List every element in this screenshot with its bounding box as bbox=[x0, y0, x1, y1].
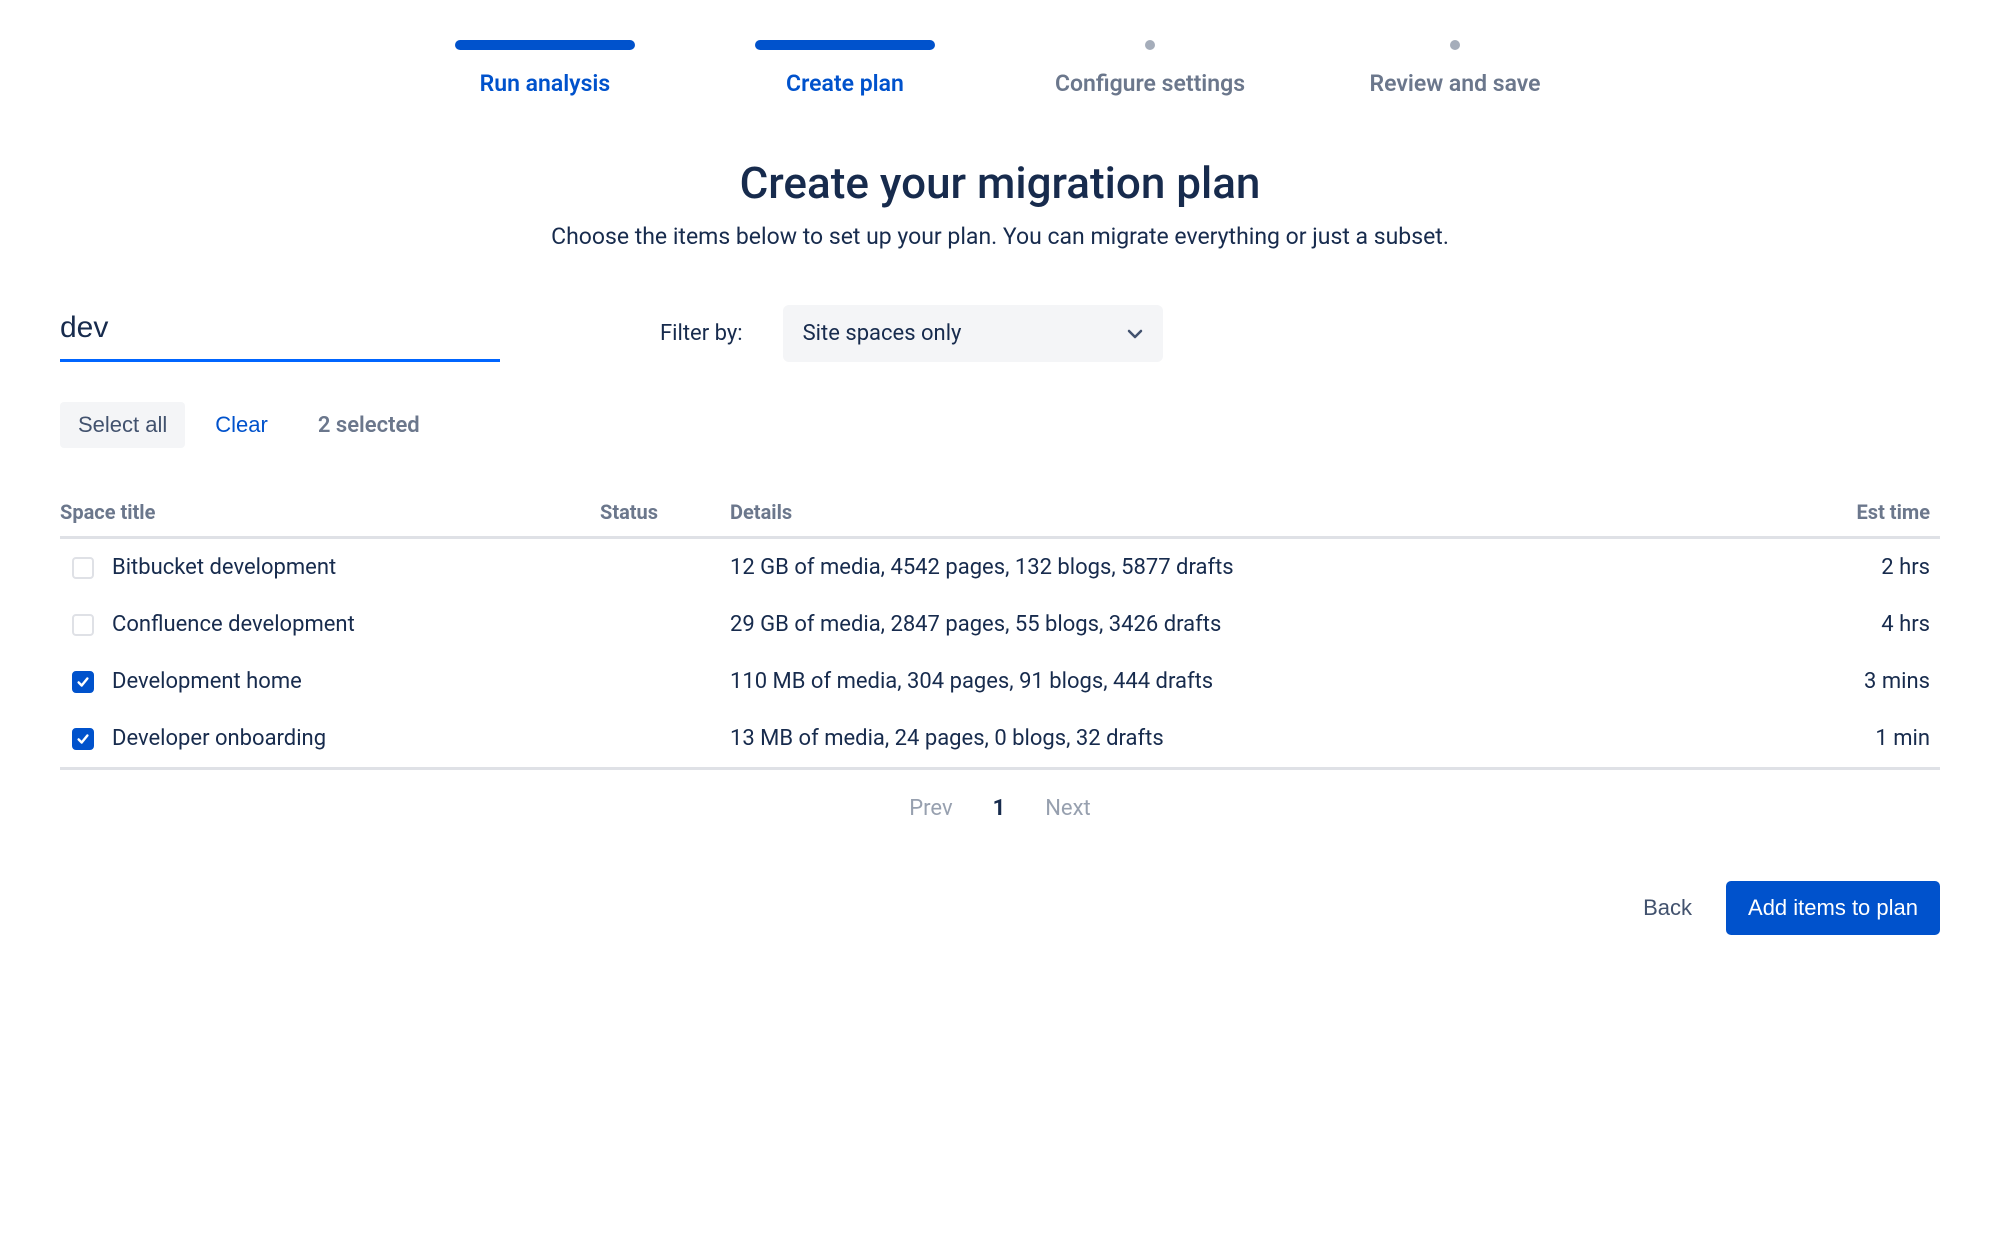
step-label: Review and save bbox=[1370, 70, 1541, 97]
col-details[interactable]: Details bbox=[730, 488, 1800, 538]
search-input[interactable] bbox=[60, 305, 500, 362]
step-bar-icon bbox=[755, 40, 935, 50]
space-est: 1 min bbox=[1800, 710, 1940, 769]
step-run-analysis[interactable]: Run analysis bbox=[455, 40, 635, 97]
page-subtitle: Choose the items below to set up your pl… bbox=[60, 223, 1940, 250]
step-label: Create plan bbox=[786, 70, 904, 97]
table-row: Developer onboarding 13 MB of media, 24 p… bbox=[60, 710, 1940, 769]
space-details: 110 MB of media, 304 pages, 91 blogs, 44… bbox=[730, 653, 1800, 710]
space-title: Confluence development bbox=[112, 612, 355, 637]
dropdown-value: Site spaces only bbox=[803, 321, 962, 346]
step-dot-icon bbox=[1450, 40, 1460, 50]
footer-actions: Back Add items to plan bbox=[60, 881, 1940, 935]
space-details: 29 GB of media, 2847 pages, 55 blogs, 34… bbox=[730, 596, 1800, 653]
filter-by-label: Filter by: bbox=[660, 321, 743, 346]
page-title: Create your migration plan bbox=[60, 157, 1940, 209]
space-est: 3 mins bbox=[1800, 653, 1940, 710]
space-status bbox=[600, 710, 730, 769]
clear-button[interactable]: Clear bbox=[215, 412, 268, 438]
table-row: Confluence development 29 GB of media, 28… bbox=[60, 596, 1940, 653]
space-est: 2 hrs bbox=[1800, 538, 1940, 597]
step-label: Run analysis bbox=[480, 70, 611, 97]
space-title: Development home bbox=[112, 669, 302, 694]
selection-actions: Select all Clear 2 selected bbox=[60, 402, 1940, 448]
space-title: Developer onboarding bbox=[112, 726, 326, 751]
space-details: 12 GB of media, 4542 pages, 132 blogs, 5… bbox=[730, 538, 1800, 597]
pagination-prev[interactable]: Prev bbox=[909, 796, 952, 821]
filter-dropdown[interactable]: Site spaces only bbox=[783, 305, 1163, 362]
step-label: Configure settings bbox=[1055, 70, 1245, 97]
step-create-plan[interactable]: Create plan bbox=[755, 40, 935, 97]
col-space-title[interactable]: Space title bbox=[60, 488, 600, 538]
space-details: 13 MB of media, 24 pages, 0 blogs, 32 dr… bbox=[730, 710, 1800, 769]
page-header: Create your migration plan Choose the it… bbox=[60, 157, 1940, 250]
space-title: Bitbucket development bbox=[112, 555, 336, 580]
space-status bbox=[600, 596, 730, 653]
pagination-next[interactable]: Next bbox=[1045, 796, 1090, 821]
step-review-save[interactable]: Review and save bbox=[1365, 40, 1545, 97]
add-items-button[interactable]: Add items to plan bbox=[1726, 881, 1940, 935]
progress-stepper: Run analysis Create plan Configure setti… bbox=[60, 40, 1940, 97]
chevron-down-icon bbox=[1127, 326, 1143, 342]
step-bar-icon bbox=[455, 40, 635, 50]
filter-bar: Filter by: Site spaces only bbox=[60, 305, 1940, 362]
back-button[interactable]: Back bbox=[1633, 883, 1702, 933]
pagination-current: 1 bbox=[993, 796, 1006, 821]
table-row: Bitbucket development 12 GB of media, 454… bbox=[60, 538, 1940, 597]
space-status bbox=[600, 538, 730, 597]
table-row: Development home 110 MB of media, 304 pag… bbox=[60, 653, 1940, 710]
selected-count: 2 selected bbox=[318, 413, 420, 438]
row-checkbox[interactable] bbox=[72, 728, 94, 750]
spaces-table: Space title Status Details Est time Bitb… bbox=[60, 488, 1940, 770]
space-status bbox=[600, 653, 730, 710]
space-est: 4 hrs bbox=[1800, 596, 1940, 653]
step-configure-settings[interactable]: Configure settings bbox=[1055, 40, 1245, 97]
row-checkbox[interactable] bbox=[72, 557, 94, 579]
row-checkbox[interactable] bbox=[72, 671, 94, 693]
col-status[interactable]: Status bbox=[600, 488, 730, 538]
select-all-button[interactable]: Select all bbox=[60, 402, 185, 448]
row-checkbox[interactable] bbox=[72, 614, 94, 636]
col-est-time[interactable]: Est time bbox=[1800, 488, 1940, 538]
pagination: Prev 1 Next bbox=[60, 796, 1940, 821]
step-dot-icon bbox=[1145, 40, 1155, 50]
